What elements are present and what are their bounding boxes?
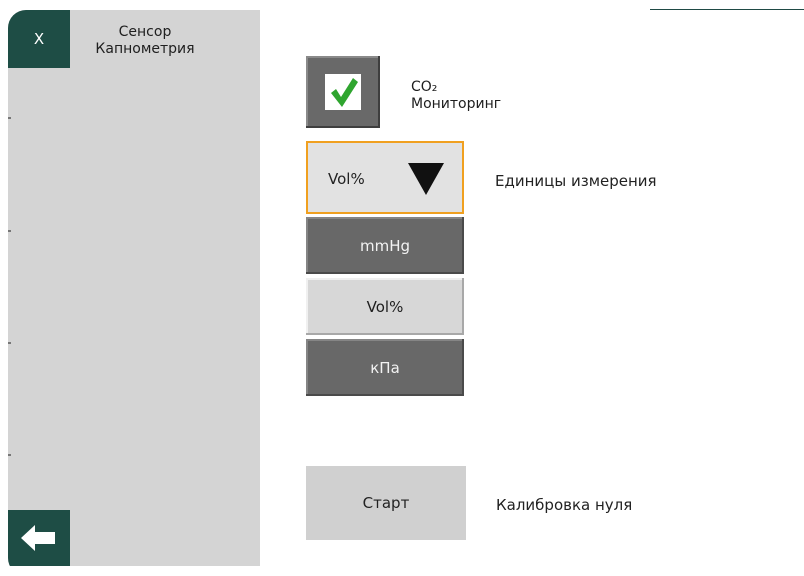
- sidebar-tick: [8, 230, 11, 232]
- close-button[interactable]: X: [8, 10, 70, 68]
- co2-monitoring-label: CO₂ Мониторинг: [411, 79, 501, 113]
- sidebar-tick: [8, 117, 11, 119]
- arrow-left-icon: [21, 525, 55, 551]
- start-button-label: Старт: [362, 494, 410, 512]
- units-dropdown[interactable]: Vol%: [306, 141, 464, 214]
- units-selected-value: Vol%: [328, 170, 365, 188]
- unit-option-mmhg[interactable]: mmHg: [306, 217, 464, 274]
- co2-monitoring-checkbox[interactable]: [306, 56, 380, 128]
- unit-option-label: mmHg: [359, 236, 411, 255]
- checkmark-icon: [331, 78, 358, 107]
- unit-option-kpa[interactable]: кПа: [306, 339, 464, 396]
- checkbox-box: [325, 74, 361, 110]
- unit-option-label: кПа: [370, 358, 400, 377]
- sidebar-title-line2: Капнометрия: [95, 41, 195, 57]
- unit-option-label: Vol%: [366, 297, 404, 316]
- start-calibration-button[interactable]: Старт: [306, 466, 466, 540]
- co2-label-line1: CO₂: [411, 79, 438, 95]
- sidebar-title-line1: Сенсор: [118, 24, 172, 40]
- units-label: Единицы измерения: [495, 172, 657, 190]
- zero-calibration-label: Калибровка нуля: [496, 496, 633, 514]
- back-button[interactable]: [8, 510, 70, 566]
- sidebar-tick: [8, 342, 11, 344]
- sidebar: X Сенсор Капнометрия: [8, 10, 260, 566]
- triangle-down-icon: [408, 163, 444, 195]
- sidebar-title: Сенсор Капнометрия: [70, 24, 220, 58]
- close-label: X: [33, 30, 45, 48]
- sidebar-tick: [8, 454, 11, 456]
- unit-option-vol[interactable]: Vol%: [306, 278, 464, 335]
- co2-label-line2: Мониторинг: [411, 96, 502, 112]
